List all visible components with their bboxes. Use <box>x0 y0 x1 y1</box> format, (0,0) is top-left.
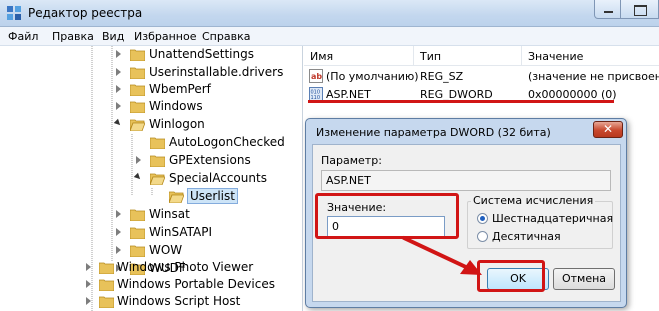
column-header-type[interactable]: Тип <box>414 46 522 66</box>
svg-text:ab: ab <box>311 72 322 81</box>
tree-item-gpextensions[interactable]: GPExtensions <box>0 152 303 170</box>
hex-radio[interactable] <box>477 213 488 224</box>
close-icon[interactable]: ✕ <box>593 121 623 138</box>
tree-item-unattendsettings[interactable]: UnattendSettings <box>0 46 303 64</box>
menu-bar: Файл Правка Вид Избранное Справка <box>0 27 659 46</box>
folder-icon <box>130 209 145 221</box>
folder-icon <box>130 67 145 79</box>
folder-icon <box>99 296 114 308</box>
value-data: (значение не присвоено) <box>528 70 659 83</box>
maximize-button[interactable] <box>621 0 659 19</box>
tree-item-label: Windows Script Host <box>117 294 241 308</box>
annotation-arrow-icon <box>402 236 482 275</box>
tree-item-label: SpecialAccounts <box>169 171 267 185</box>
hex-radio-label[interactable]: Шестнадцатеричная <box>492 212 613 225</box>
column-header-value[interactable]: Значение <box>522 46 659 66</box>
tree-item-label: Winlogon <box>149 117 205 131</box>
tree-item-userinstallable-drivers[interactable]: Userinstallable.drivers <box>0 64 303 82</box>
tree-item-wbemperf[interactable]: WbemPerf <box>0 81 303 99</box>
tree-item-label: WinSATAPI <box>149 225 213 239</box>
minimize-button[interactable] <box>594 0 621 19</box>
tree-item-autologonchecked[interactable]: AutoLogonChecked <box>0 134 303 152</box>
tree-item-winlogon[interactable]: Winlogon <box>0 116 303 134</box>
tree-item-specialaccounts[interactable]: SpecialAccounts <box>0 170 303 188</box>
list-row-default[interactable]: ab (По умолчанию) REG_SZ (значение не пр… <box>304 68 659 86</box>
tree-item-windows-portable-devices[interactable]: Windows Portable Devices <box>0 276 303 294</box>
menu-favorites[interactable]: Избранное <box>134 30 196 43</box>
tree-item-label: Windows Portable Devices <box>117 277 275 291</box>
folder-icon <box>130 227 145 239</box>
parameter-label: Параметр: <box>321 154 382 167</box>
tree-item-label: WOW <box>149 243 183 257</box>
tree-item-label: WbemPerf <box>149 82 211 96</box>
string-value-icon: ab <box>309 69 323 83</box>
tree-item-wow[interactable]: WOW <box>0 242 303 260</box>
dword-value-icon: 010 110 <box>309 87 323 101</box>
menu-view[interactable]: Вид <box>102 30 124 43</box>
tree-item-winsat[interactable]: Winsat <box>0 206 303 224</box>
tree-item-label: GPExtensions <box>169 153 251 167</box>
annotation-underline <box>308 100 614 103</box>
tree-item-windows[interactable]: Windows <box>0 98 303 116</box>
folder-icon <box>130 84 145 96</box>
tree-item-winsatapi[interactable]: WinSATAPI <box>0 224 303 242</box>
folder-icon <box>150 137 165 149</box>
column-header-name[interactable]: Имя <box>304 46 414 66</box>
menu-edit[interactable]: Правка <box>52 30 94 43</box>
cancel-button[interactable]: Отмена <box>553 268 615 290</box>
value-type: REG_SZ <box>420 70 464 83</box>
dialog-title: Изменение параметра DWORD (32 бита) <box>316 126 551 139</box>
folder-icon <box>130 101 145 113</box>
folder-icon <box>99 262 114 274</box>
tree-item-label: Windows <box>149 99 203 113</box>
value-name: (По умолчанию) <box>326 70 419 83</box>
tree-item-label: UnattendSettings <box>149 47 254 61</box>
tree-item-label: Windows Photo Viewer <box>117 260 254 274</box>
tree-item-label: Winsat <box>149 207 190 221</box>
folder-icon <box>130 245 145 257</box>
registry-tree[interactable]: UnattendSettings Userinstallable.drivers… <box>0 46 303 311</box>
open-folder-icon <box>169 191 184 203</box>
tree-item-label: Userlist <box>187 188 238 204</box>
folder-icon <box>99 279 114 291</box>
decimal-radio-label[interactable]: Десятичная <box>492 230 561 243</box>
folder-icon <box>130 49 145 61</box>
tree-item-windows-script-host[interactable]: Windows Script Host <box>0 293 303 311</box>
tree-item-label: Userinstallable.drivers <box>149 65 284 79</box>
menu-file[interactable]: Файл <box>8 30 38 43</box>
tree-item-label: AutoLogonChecked <box>169 135 285 149</box>
title-bar: Редактор реестра <box>0 0 659 27</box>
open-folder-icon <box>150 173 165 185</box>
registry-editor-icon <box>7 6 21 20</box>
folder-icon <box>150 155 165 167</box>
open-folder-icon <box>130 119 145 131</box>
parameter-name-field: ASP.NET <box>321 170 611 191</box>
tree-item-windows-photo-viewer[interactable]: Windows Photo Viewer <box>0 259 303 277</box>
menu-help[interactable]: Справка <box>202 30 250 43</box>
number-base-label: Система исчисления <box>471 194 596 207</box>
window-title: Редактор реестра <box>28 6 143 20</box>
tree-item-userlist[interactable]: Userlist <box>0 188 303 206</box>
